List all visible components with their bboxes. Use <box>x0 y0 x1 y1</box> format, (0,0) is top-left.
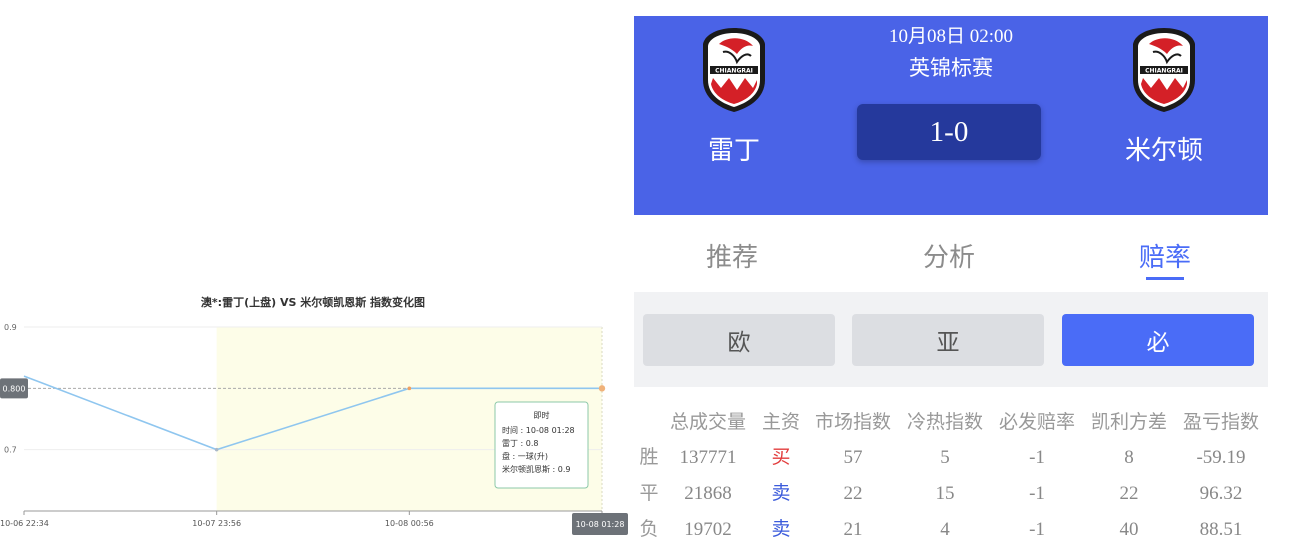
active-tab-indicator <box>1146 277 1184 280</box>
away-team-name: 米尔顿 <box>1124 135 1203 165</box>
page-root: 澳*:雷丁(上盘) VS 米尔顿凯恩斯 指数变化图 0.9 0.7 0.800 10-… <box>0 0 1292 558</box>
y-tick-label: 0.9 <box>4 323 17 332</box>
cell-betfair-odds: -1 <box>1029 483 1045 504</box>
tooltip-line: 时间 : 10-08 01:28 <box>502 425 575 435</box>
header-betfair-odds: 必发赔率 <box>998 412 1075 433</box>
table-row: 平 21868 卖 22 15 -1 22 96.32 <box>634 476 1268 512</box>
cell-main-fund: 卖 <box>771 483 791 504</box>
cell-total-volume: 137771 <box>679 447 737 468</box>
sub-tab-asia[interactable]: 亚 <box>852 314 1044 366</box>
cell-main-fund: 买 <box>771 447 791 468</box>
y-tick-label: 0.7 <box>4 446 17 455</box>
header-market-index: 市场指数 <box>814 412 891 433</box>
home-team-name: 雷丁 <box>707 135 760 165</box>
match-header: CHIANGRAI 雷丁 10月08日 02:00 英锦标赛 1-0 CHIAN… <box>634 16 1268 215</box>
x-tick-label: 10-06 22:34 <box>0 519 49 528</box>
cell-market-index: 21 <box>843 519 863 540</box>
row-label: 平 <box>639 483 659 504</box>
data-point <box>407 386 412 391</box>
cell-main-fund: 卖 <box>771 519 791 540</box>
tab-odds[interactable]: 赔率 <box>1105 237 1225 274</box>
cell-total-volume: 21868 <box>684 483 732 504</box>
sub-tab-betfair[interactable]: 必 <box>1062 314 1254 366</box>
score: 1-0 <box>929 115 969 148</box>
main-tabs: 推荐 分析 赔率 <box>634 215 1268 292</box>
x-tick-label: 10-07 23:56 <box>192 519 241 528</box>
header-profit-index: 盈亏指数 <box>1182 412 1259 433</box>
cell-total-volume: 19702 <box>684 519 732 540</box>
tab-recommend[interactable]: 推荐 <box>672 237 792 274</box>
header-hot-cold-index: 冷热指数 <box>906 412 983 433</box>
sub-tab-euro[interactable]: 欧 <box>643 314 835 366</box>
header-total-volume: 总成交量 <box>669 412 746 433</box>
table-row: 胜 137771 买 57 5 -1 8 -59.19 <box>634 440 1268 476</box>
row-label: 负 <box>639 519 659 540</box>
odds-table: 总成交量 主资 市场指数 冷热指数 必发赔率 凯利方差 盈亏指数 胜 137771… <box>634 405 1268 548</box>
header-kelly-variance: 凯利方差 <box>1090 412 1167 433</box>
cell-kelly-variance: 40 <box>1119 519 1139 540</box>
x-tick-label: 10-08 00:56 <box>385 519 434 528</box>
table-header-row: 总成交量 主资 市场指数 冷热指数 必发赔率 凯利方差 盈亏指数 <box>634 405 1268 440</box>
cell-hot-cold-index: 5 <box>940 447 950 468</box>
data-point <box>214 447 219 452</box>
cell-profit-index: 96.32 <box>1199 483 1243 504</box>
cell-hot-cold-index: 15 <box>935 483 955 504</box>
tooltip-title: 即时 <box>534 410 550 420</box>
cell-betfair-odds: -1 <box>1029 447 1045 468</box>
odds-sub-tabs: 欧 亚 必 <box>634 292 1268 387</box>
away-team-logo: CHIANGRAI <box>1133 28 1195 112</box>
cell-market-index: 57 <box>843 447 863 468</box>
table-row: 负 19702 卖 21 4 -1 40 88.51 <box>634 512 1268 548</box>
cell-kelly-variance: 22 <box>1119 483 1139 504</box>
x-tick-label: 10-08 01:28 <box>576 520 625 529</box>
tab-analysis[interactable]: 分析 <box>889 237 1009 274</box>
cell-hot-cold-index: 4 <box>940 519 950 540</box>
match-panel: CHIANGRAI 雷丁 10月08日 02:00 英锦标赛 1-0 CHIAN… <box>634 16 1268 558</box>
cell-betfair-odds: -1 <box>1029 519 1045 540</box>
reference-label: 0.800 <box>3 384 26 393</box>
header-main-fund: 主资 <box>761 412 800 433</box>
score-box: 1-0 <box>857 104 1041 160</box>
tooltip-line: 盘 : 一球(升) <box>502 451 548 461</box>
chart-title: 澳*:雷丁(上盘) VS 米尔顿凯恩斯 指数变化图 <box>201 295 425 309</box>
cell-profit-index: -59.19 <box>1196 447 1246 468</box>
data-point <box>598 385 606 392</box>
cell-kelly-variance: 8 <box>1124 447 1134 468</box>
away-logo-text: CHIANGRAI <box>1145 68 1183 75</box>
tooltip-line: 米尔顿凯恩斯 : 0.9 <box>502 464 571 474</box>
cell-profit-index: 88.51 <box>1199 519 1243 540</box>
row-label: 胜 <box>639 447 659 468</box>
cell-market-index: 22 <box>843 483 863 504</box>
odds-trend-chart: 澳*:雷丁(上盘) VS 米尔顿凯恩斯 指数变化图 0.9 0.7 0.800 10-… <box>0 295 628 535</box>
odds-rows: 胜 137771 买 57 5 -1 8 -59.19 平 21868 卖 22 15 -1 22 96.32… <box>634 440 1268 548</box>
tooltip-line: 雷丁 : 0.8 <box>502 439 539 448</box>
